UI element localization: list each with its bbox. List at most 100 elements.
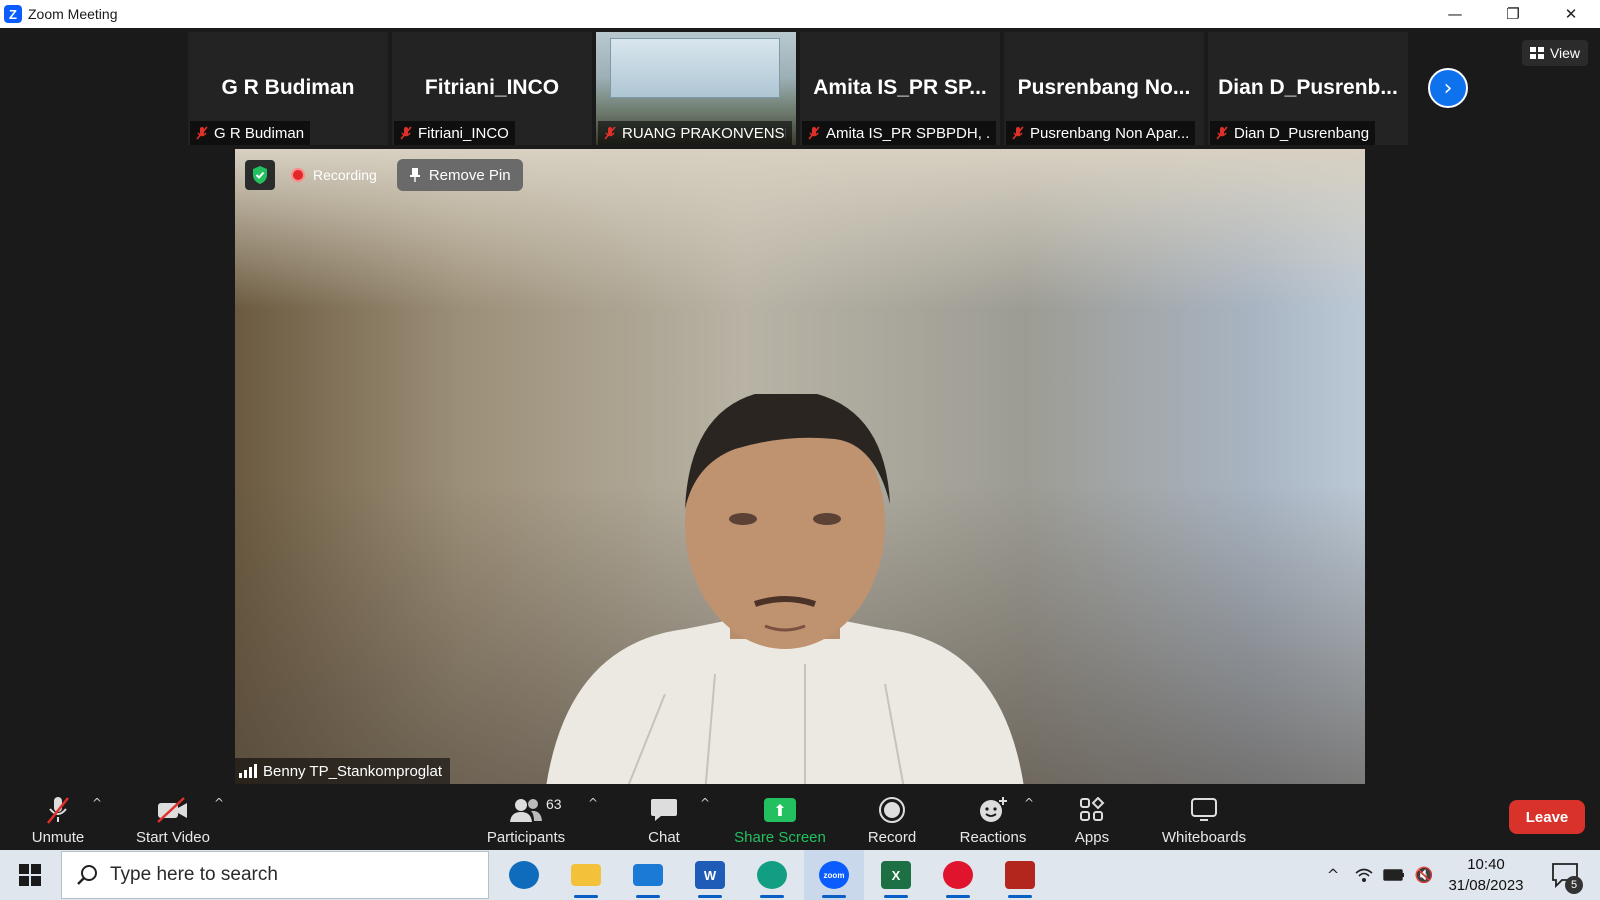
minimize-icon[interactable]: — — [1426, 0, 1484, 28]
participant-display-name: G R Budiman — [221, 76, 355, 99]
speaker-silhouette — [546, 394, 1024, 784]
record-button[interactable]: Record — [862, 788, 922, 846]
whiteboards-button[interactable]: Whiteboards — [1158, 788, 1250, 846]
mail-icon[interactable] — [618, 850, 678, 900]
reactions-icon — [980, 797, 1007, 822]
participant-name: G R Budiman — [214, 124, 305, 142]
unmute-button[interactable]: Unmute — [26, 788, 90, 846]
participant-display-name: Dian D_Pusrenb... — [1218, 76, 1398, 99]
participant-tile-video[interactable]: RUANG PRAKONVENSI — [596, 32, 796, 145]
shield-check-icon[interactable] — [245, 160, 275, 190]
leave-button[interactable]: Leave — [1509, 800, 1585, 834]
room-video-feed — [610, 38, 780, 98]
apps-button[interactable]: Apps — [1070, 788, 1114, 846]
outlook-icon[interactable] — [494, 850, 554, 900]
restore-icon[interactable]: ❐ — [1484, 0, 1542, 28]
recording-label: Recording — [313, 167, 377, 183]
participant-tile[interactable]: Pusrenbang No... Pusrenbang Non Apar... — [1004, 32, 1204, 145]
grid-view-icon — [1529, 47, 1544, 59]
edge-icon[interactable] — [742, 850, 802, 900]
chat-button[interactable]: Chat — [642, 788, 686, 846]
view-button[interactable]: View — [1522, 40, 1588, 66]
participant-label: Dian D_Pusrenbang — [1210, 121, 1376, 145]
windows-taskbar: W zoom X ^ 🔇 10:40 31/08/2023 5 — [0, 850, 1600, 900]
apps-icon — [1080, 797, 1105, 821]
recording-indicator[interactable]: Recording — [285, 161, 387, 189]
reactions-options-caret-icon[interactable]: ^ — [1024, 796, 1034, 810]
taskbar-clock[interactable]: 10:40 31/08/2023 — [1440, 854, 1532, 896]
mic-muted-icon — [1012, 126, 1024, 140]
remove-pin-button[interactable]: Remove Pin — [396, 159, 523, 191]
search-icon — [77, 865, 97, 885]
clock-date: 31/08/2023 — [1448, 877, 1524, 894]
share-screen-label: Share Screen — [734, 829, 826, 846]
participant-tile[interactable]: G R Budiman G R Budiman — [188, 32, 388, 145]
participants-count: 63 — [546, 796, 562, 812]
recording-dot-icon — [291, 168, 305, 182]
participant-name: Dian D_Pusrenbang — [1234, 124, 1370, 142]
chevron-up-icon[interactable]: ^ — [1320, 850, 1346, 900]
chat-options-caret-icon[interactable]: ^ — [700, 796, 710, 810]
participant-name: Amita IS_PR SPBPDH, ... — [826, 124, 990, 142]
mic-muted-icon — [400, 126, 412, 140]
audio-options-caret-icon[interactable]: ^ — [92, 796, 102, 810]
battery-icon[interactable] — [1380, 850, 1408, 900]
chevron-right-icon[interactable]: › — [1428, 68, 1468, 108]
apps-label: Apps — [1074, 829, 1110, 846]
signal-bars-icon — [239, 764, 257, 778]
mic-muted-icon — [1216, 126, 1228, 140]
search-input[interactable] — [110, 864, 470, 886]
participant-name: Pusrenbang Non Apar... — [1030, 124, 1190, 142]
video-options-caret-icon[interactable]: ^ — [214, 796, 224, 810]
mic-muted-icon — [196, 126, 208, 140]
clock-time: 10:40 — [1467, 856, 1505, 873]
zoom-icon[interactable]: zoom — [804, 850, 864, 900]
game-icon[interactable] — [990, 850, 1050, 900]
excel-icon[interactable]: X — [866, 850, 926, 900]
record-icon — [879, 797, 905, 823]
meeting-toolbar: Unmute ^ Start Video ^ Participants 63 ^… — [0, 784, 1600, 850]
participant-display-name: Pusrenbang No... — [1017, 76, 1191, 99]
share-screen-icon: ⬆ — [764, 798, 796, 822]
start-video-label: Start Video — [136, 829, 210, 846]
opera-icon[interactable] — [928, 850, 988, 900]
video-overlay-controls: Recording Remove Pin — [245, 159, 523, 191]
participant-tile[interactable]: Fitriani_INCO Fitriani_INCO — [392, 32, 592, 145]
chat-icon — [651, 799, 677, 821]
participant-tile[interactable]: Dian D_Pusrenb... Dian D_Pusrenbang — [1208, 32, 1408, 145]
participant-label: Pusrenbang Non Apar... — [1006, 121, 1196, 145]
start-button[interactable] — [0, 850, 60, 900]
whiteboard-icon — [1191, 798, 1217, 821]
participant-label: G R Budiman — [190, 121, 311, 145]
participants-options-caret-icon[interactable]: ^ — [588, 796, 598, 810]
speaker-muted-icon[interactable]: 🔇 — [1410, 850, 1438, 900]
taskbar-search[interactable] — [61, 851, 489, 899]
participant-name: RUANG PRAKONVENSI — [622, 124, 786, 142]
whiteboards-label: Whiteboards — [1161, 829, 1247, 846]
reactions-label: Reactions — [959, 829, 1027, 846]
participant-tile[interactable]: Amita IS_PR SP... Amita IS_PR SPBPDH, ..… — [800, 32, 1000, 145]
remove-pin-label: Remove Pin — [428, 166, 511, 184]
word-icon[interactable]: W — [680, 850, 740, 900]
share-screen-button[interactable]: ⬆ Share Screen — [734, 788, 826, 846]
start-video-button[interactable]: Start Video — [132, 788, 214, 846]
file-explorer-icon[interactable] — [556, 850, 616, 900]
pin-icon — [409, 168, 420, 182]
meeting-area: G R Budiman G R Budiman Fitriani_INCO Fi… — [0, 28, 1600, 784]
participant-label: Fitriani_INCO — [394, 121, 515, 145]
video-off-icon — [157, 797, 187, 823]
reactions-button[interactable]: Reactions — [956, 788, 1030, 846]
gallery-strip: G R Budiman G R Budiman Fitriani_INCO Fi… — [188, 32, 1408, 145]
window-title: Zoom Meeting — [28, 6, 118, 22]
mic-muted-icon — [808, 126, 820, 140]
active-speaker-video[interactable]: Recording Remove Pin Benny TP_Stankompro… — [235, 149, 1365, 784]
window-titlebar: Z Zoom Meeting — ❐ ✕ — [0, 0, 1600, 28]
participant-display-name: Fitriani_INCO — [424, 76, 560, 99]
window-controls: — ❐ ✕ — [1426, 0, 1600, 28]
mic-muted-icon — [604, 126, 616, 140]
view-label: View — [1549, 45, 1581, 61]
close-icon[interactable]: ✕ — [1542, 0, 1600, 28]
chat-label: Chat — [648, 829, 680, 846]
wifi-icon[interactable] — [1350, 850, 1378, 900]
mic-muted-icon — [47, 797, 69, 824]
